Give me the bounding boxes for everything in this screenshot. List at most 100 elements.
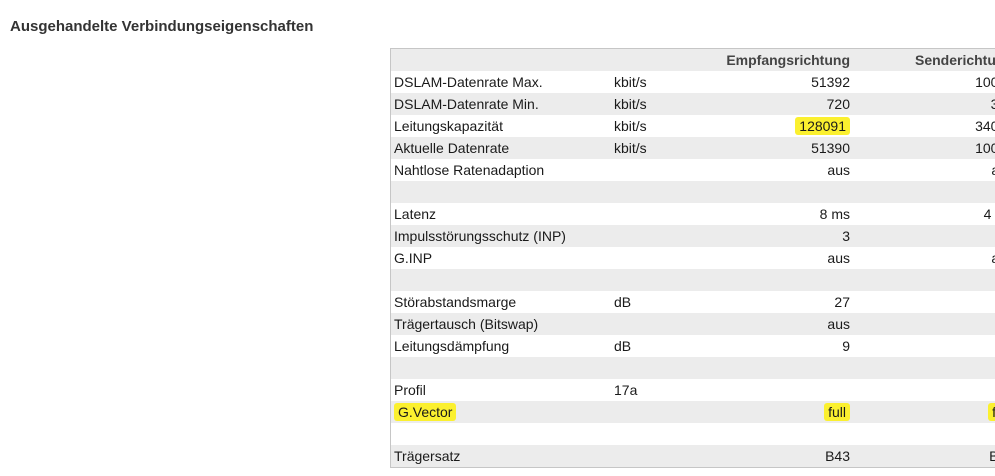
row-unit: kbit/s <box>611 71 697 93</box>
row-label: Störabstandsmarge <box>390 291 611 313</box>
connection-properties-table: Empfangsrichtung Senderichtung DSLAM-Dat… <box>390 48 995 468</box>
row-receive-value: 9 <box>697 335 854 357</box>
row-unit <box>611 423 697 445</box>
row-send-value <box>854 379 995 401</box>
row-unit <box>611 247 697 269</box>
row-unit <box>611 401 697 423</box>
row-unit <box>611 181 697 203</box>
table-row: Latenz 8 ms 4 ms <box>390 203 995 225</box>
row-receive-value: 3 <box>697 225 854 247</box>
row-label: DSLAM-Datenrate Max. <box>390 71 611 93</box>
row-label: G.Vector <box>390 401 611 423</box>
row-send-value: 2 <box>854 225 995 247</box>
row-receive-value <box>697 269 854 291</box>
row-unit: kbit/s <box>611 115 697 137</box>
row-unit: dB <box>611 291 697 313</box>
row-receive-value: aus <box>697 313 854 335</box>
row-label: Leitungskapazität <box>390 115 611 137</box>
table-row <box>390 269 995 291</box>
row-send-value: 21 <box>854 291 995 313</box>
row-receive-value: 720 <box>697 93 854 115</box>
row-label <box>390 357 611 379</box>
table-row: Leitungskapazität kbit/s 128091 34052 <box>390 115 995 137</box>
row-label <box>390 423 611 445</box>
row-send-value <box>854 181 995 203</box>
row-unit: dB <box>611 335 697 357</box>
row-receive-value: aus <box>697 247 854 269</box>
table-header-row: Empfangsrichtung Senderichtung <box>390 48 995 71</box>
table-row: Aktuelle Datenrate kbit/s 51390 10047 <box>390 137 995 159</box>
row-receive-value <box>697 423 854 445</box>
row-label: Latenz <box>390 203 611 225</box>
row-unit: kbit/s <box>611 93 697 115</box>
header-label <box>390 48 611 71</box>
table-row: Trägertausch (Bitswap) aus an <box>390 313 995 335</box>
row-unit <box>611 203 697 225</box>
row-send-value: aus <box>854 247 995 269</box>
table-row: Trägersatz B43 B43 <box>390 445 995 468</box>
highlight-marker: G.Vector <box>394 403 457 421</box>
row-receive-value: full <box>697 401 854 423</box>
header-send-direction: Senderichtung <box>854 48 995 71</box>
row-unit: kbit/s <box>611 137 697 159</box>
row-label: Trägertausch (Bitswap) <box>390 313 611 335</box>
row-receive-value: 27 <box>697 291 854 313</box>
row-send-value <box>854 423 995 445</box>
row-unit <box>611 159 697 181</box>
row-unit <box>611 313 697 335</box>
row-label <box>390 269 611 291</box>
header-receive-direction: Empfangsrichtung <box>697 48 854 71</box>
row-label: G.INP <box>390 247 611 269</box>
row-send-value: full <box>854 401 995 423</box>
row-receive-value: 8 ms <box>697 203 854 225</box>
highlight-marker: 128091 <box>795 117 850 135</box>
header-unit <box>611 48 697 71</box>
table-row: Impulsstörungsschutz (INP) 3 2 <box>390 225 995 247</box>
row-receive-value: B43 <box>697 445 854 468</box>
row-send-value: 34052 <box>854 115 995 137</box>
row-send-value: an <box>854 313 995 335</box>
highlight-marker: full <box>988 403 995 421</box>
row-label: Profil <box>390 379 611 401</box>
table-row: G.Vector full full <box>390 401 995 423</box>
row-unit <box>611 357 697 379</box>
table-row: Leitungsdämpfung dB 9 10 <box>390 335 995 357</box>
row-receive-value: 51390 <box>697 137 854 159</box>
highlight-marker: full <box>824 403 850 421</box>
row-receive-value <box>697 181 854 203</box>
row-receive-value: 51392 <box>697 71 854 93</box>
table-row: Nahtlose Ratenadaption aus aus <box>390 159 995 181</box>
row-send-value: 10048 <box>854 71 995 93</box>
row-receive-value: aus <box>697 159 854 181</box>
row-send-value: 10047 <box>854 137 995 159</box>
table-row: G.INP aus aus <box>390 247 995 269</box>
row-label: Trägersatz <box>390 445 611 468</box>
table-row <box>390 357 995 379</box>
row-label: DSLAM-Datenrate Min. <box>390 93 611 115</box>
row-unit <box>611 445 697 468</box>
section-title: Ausgehandelte Verbindungseigenschaften <box>10 18 314 35</box>
row-send-value: 368 <box>854 93 995 115</box>
row-label: Nahtlose Ratenadaption <box>390 159 611 181</box>
table-row: Störabstandsmarge dB 27 21 <box>390 291 995 313</box>
row-unit: 17a <box>611 379 697 401</box>
row-send-value <box>854 269 995 291</box>
row-send-value: B43 <box>854 445 995 468</box>
row-send-value: 4 ms <box>854 203 995 225</box>
row-send-value <box>854 357 995 379</box>
row-receive-value: 128091 <box>697 115 854 137</box>
row-receive-value <box>697 357 854 379</box>
row-label: Impulsstörungsschutz (INP) <box>390 225 611 247</box>
row-receive-value <box>697 379 854 401</box>
table-row: Profil 17a <box>390 379 995 401</box>
table-row: DSLAM-Datenrate Min. kbit/s 720 368 <box>390 93 995 115</box>
row-send-value: 10 <box>854 335 995 357</box>
row-unit <box>611 269 697 291</box>
row-label: Aktuelle Datenrate <box>390 137 611 159</box>
row-label <box>390 181 611 203</box>
row-unit <box>611 225 697 247</box>
table-row <box>390 181 995 203</box>
row-send-value: aus <box>854 159 995 181</box>
row-label: Leitungsdämpfung <box>390 335 611 357</box>
table-row: DSLAM-Datenrate Max. kbit/s 51392 10048 <box>390 71 995 93</box>
